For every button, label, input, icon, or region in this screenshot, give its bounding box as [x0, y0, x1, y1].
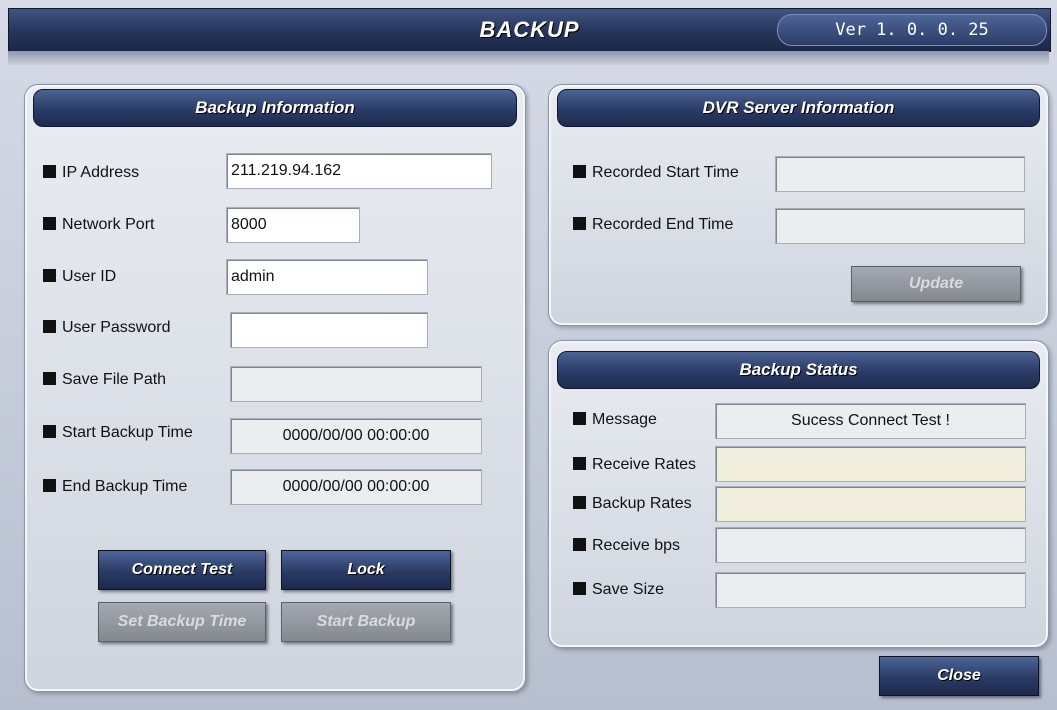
user-id-field[interactable]: admin	[226, 259, 428, 295]
version-label: Ver 1. 0. 0. 25	[777, 14, 1047, 46]
bullet-icon	[43, 320, 56, 333]
backup-status-panel: Backup Status Message Sucess Connect Tes…	[548, 340, 1049, 648]
backup-information-panel: Backup Information IP Address 211.219.94…	[24, 84, 526, 692]
backup-status-heading: Backup Status	[557, 351, 1040, 389]
save-size-label: Save Size	[573, 579, 664, 601]
start-backup-button[interactable]: Start Backup	[281, 602, 451, 642]
update-button[interactable]: Update	[851, 266, 1021, 302]
bullet-icon	[573, 538, 586, 551]
ip-address-field[interactable]: 211.219.94.162	[226, 153, 492, 189]
save-size-field	[715, 572, 1026, 608]
end-backup-time-field[interactable]: 0000/00/00 00:00:00	[230, 469, 482, 505]
connect-test-button[interactable]: Connect Test	[98, 550, 266, 590]
bullet-icon	[573, 496, 586, 509]
bullet-icon	[43, 425, 56, 438]
receive-bps-label: Receive bps	[573, 535, 680, 557]
start-backup-time-field[interactable]: 0000/00/00 00:00:00	[230, 418, 482, 454]
save-file-path-label: Save File Path	[43, 369, 166, 391]
receive-bps-field	[715, 527, 1026, 563]
receive-rates-label: Receive Rates	[573, 454, 696, 476]
title-bar: BACKUP Ver 1. 0. 0. 25	[8, 8, 1051, 52]
save-file-path-field[interactable]	[230, 366, 482, 402]
bullet-icon	[573, 217, 586, 230]
set-backup-time-button[interactable]: Set Backup Time	[98, 602, 266, 642]
receive-rates-field	[715, 446, 1026, 482]
close-button[interactable]: Close	[879, 656, 1039, 696]
network-port-field[interactable]: 8000	[226, 207, 360, 243]
bullet-icon	[573, 412, 586, 425]
user-password-field[interactable]	[230, 312, 428, 348]
backup-information-heading: Backup Information	[33, 89, 517, 127]
bullet-icon	[573, 582, 586, 595]
backup-rates-label: Backup Rates	[573, 493, 692, 515]
recorded-end-time-field[interactable]	[775, 208, 1025, 244]
recorded-start-time-field[interactable]	[775, 156, 1025, 192]
recorded-start-time-label: Recorded Start Time	[573, 162, 739, 184]
dvr-server-information-panel: DVR Server Information Recorded Start Ti…	[548, 84, 1049, 326]
message-label: Message	[573, 409, 657, 431]
bullet-icon	[43, 372, 56, 385]
bullet-icon	[43, 479, 56, 492]
user-password-label: User Password	[43, 317, 170, 339]
start-backup-time-label: Start Backup Time	[43, 422, 193, 444]
message-field: Sucess Connect Test !	[715, 403, 1026, 439]
end-backup-time-label: End Backup Time	[43, 476, 187, 498]
dvr-server-information-heading: DVR Server Information	[557, 89, 1040, 127]
recorded-end-time-label: Recorded End Time	[573, 214, 733, 236]
bullet-icon	[43, 165, 56, 178]
user-id-label: User ID	[43, 266, 116, 288]
title-divider	[8, 51, 1049, 65]
backup-rates-field	[715, 486, 1026, 522]
bullet-icon	[43, 269, 56, 282]
ip-address-label: IP Address	[43, 162, 139, 184]
bullet-icon	[573, 457, 586, 470]
lock-button[interactable]: Lock	[281, 550, 451, 590]
bullet-icon	[43, 217, 56, 230]
bullet-icon	[573, 165, 586, 178]
network-port-label: Network Port	[43, 214, 154, 236]
